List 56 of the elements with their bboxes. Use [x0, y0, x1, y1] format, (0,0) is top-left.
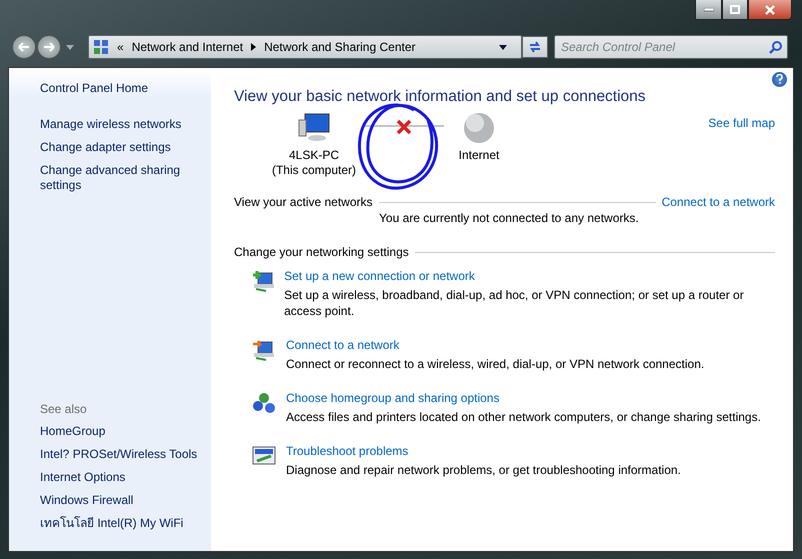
forward-arrow-icon	[43, 42, 55, 52]
control-panel-icon	[93, 39, 109, 55]
maximize-button[interactable]	[722, 0, 748, 20]
search-box[interactable]: Search Control Panel	[554, 35, 788, 59]
sidebar-link[interactable]: Intel? PROSet/Wireless Tools	[40, 447, 211, 462]
back-arrow-icon	[18, 42, 30, 52]
refresh-button[interactable]	[522, 36, 548, 58]
section-heading: View your active networks	[234, 194, 373, 210]
question-mark-icon	[776, 74, 783, 84]
sidebar-link[interactable]: Internet Options	[40, 470, 211, 485]
search-icon[interactable]	[769, 40, 783, 54]
back-button[interactable]	[12, 35, 36, 59]
breadcrumb[interactable]: Network and Sharing Center	[264, 40, 416, 54]
sidebar-link[interactable]: HomeGroup	[40, 424, 211, 439]
minimize-button[interactable]	[695, 0, 722, 20]
setting-link[interactable]: Choose homegroup and sharing options	[286, 391, 761, 405]
sidebar-link[interactable]: Change advanced sharing settings	[40, 163, 211, 193]
connect-network-icon	[252, 338, 276, 362]
globe-icon	[463, 112, 495, 144]
forward-button[interactable]	[37, 35, 61, 59]
section-heading: Change your networking settings	[234, 244, 409, 260]
sidebar-link[interactable]: Control Panel Home	[40, 81, 211, 96]
breadcrumb-overflow[interactable]: «	[117, 40, 124, 54]
setting-description: Connect or reconnect to a wireless, wired, dial-up, or VPN network connection.	[286, 356, 704, 372]
setting-link[interactable]: Troubleshoot problems	[286, 444, 681, 458]
sidebar-link[interactable]: Change adapter settings	[40, 140, 211, 155]
setting-description: Diagnose and repair network problems, or get troubleshooting information.	[286, 462, 681, 478]
status-message: You are currently not connected to any networks.	[379, 210, 640, 226]
dropdown-icon[interactable]	[499, 44, 507, 50]
minimize-icon	[704, 8, 714, 12]
see-full-map-link[interactable]: See full map	[708, 116, 775, 130]
see-also-heading: See also	[40, 402, 88, 416]
computer-icon	[297, 112, 331, 142]
close-button[interactable]	[748, 0, 792, 20]
setting-description: Set up a wireless, broadband, dial-up, ad hoc, or VPN connection; or set up a router or access point.	[284, 287, 745, 319]
page-title: View your basic network information and set up connections	[234, 88, 647, 106]
setting-description: Access files and printers located on other network computers, or change sharing settings.	[286, 409, 761, 425]
connect-link[interactable]: Connect to a network	[662, 195, 775, 209]
sidebar-link[interactable]: Manage wireless networks	[40, 117, 211, 132]
internet-label[interactable]: Internet	[458, 148, 500, 163]
sidebar-link[interactable]: เทคโนโลยี Intel(R) My WiFi	[40, 516, 211, 531]
setting-link[interactable]: Set up a new connection or network	[284, 269, 775, 283]
refresh-icon	[528, 41, 542, 53]
computer-name[interactable]: 4LSK-PC	[288, 148, 340, 163]
homegroup-icon	[252, 391, 276, 415]
setting-link[interactable]: Connect to a network	[286, 338, 704, 352]
search-field[interactable]: Search Control Panel	[555, 40, 769, 54]
maximize-icon	[730, 5, 740, 14]
close-icon	[765, 4, 775, 14]
computer-caption: (This computer)	[272, 163, 356, 178]
sidebar-link[interactable]: Windows Firewall	[40, 493, 211, 508]
address-bar[interactable]: « Network and Internet Network and Sharing Center	[88, 35, 522, 59]
new-connection-icon	[252, 269, 274, 293]
breadcrumb[interactable]: Network and Internet	[132, 40, 244, 54]
chevron-icon[interactable]	[251, 43, 256, 51]
help-button[interactable]	[772, 72, 787, 87]
